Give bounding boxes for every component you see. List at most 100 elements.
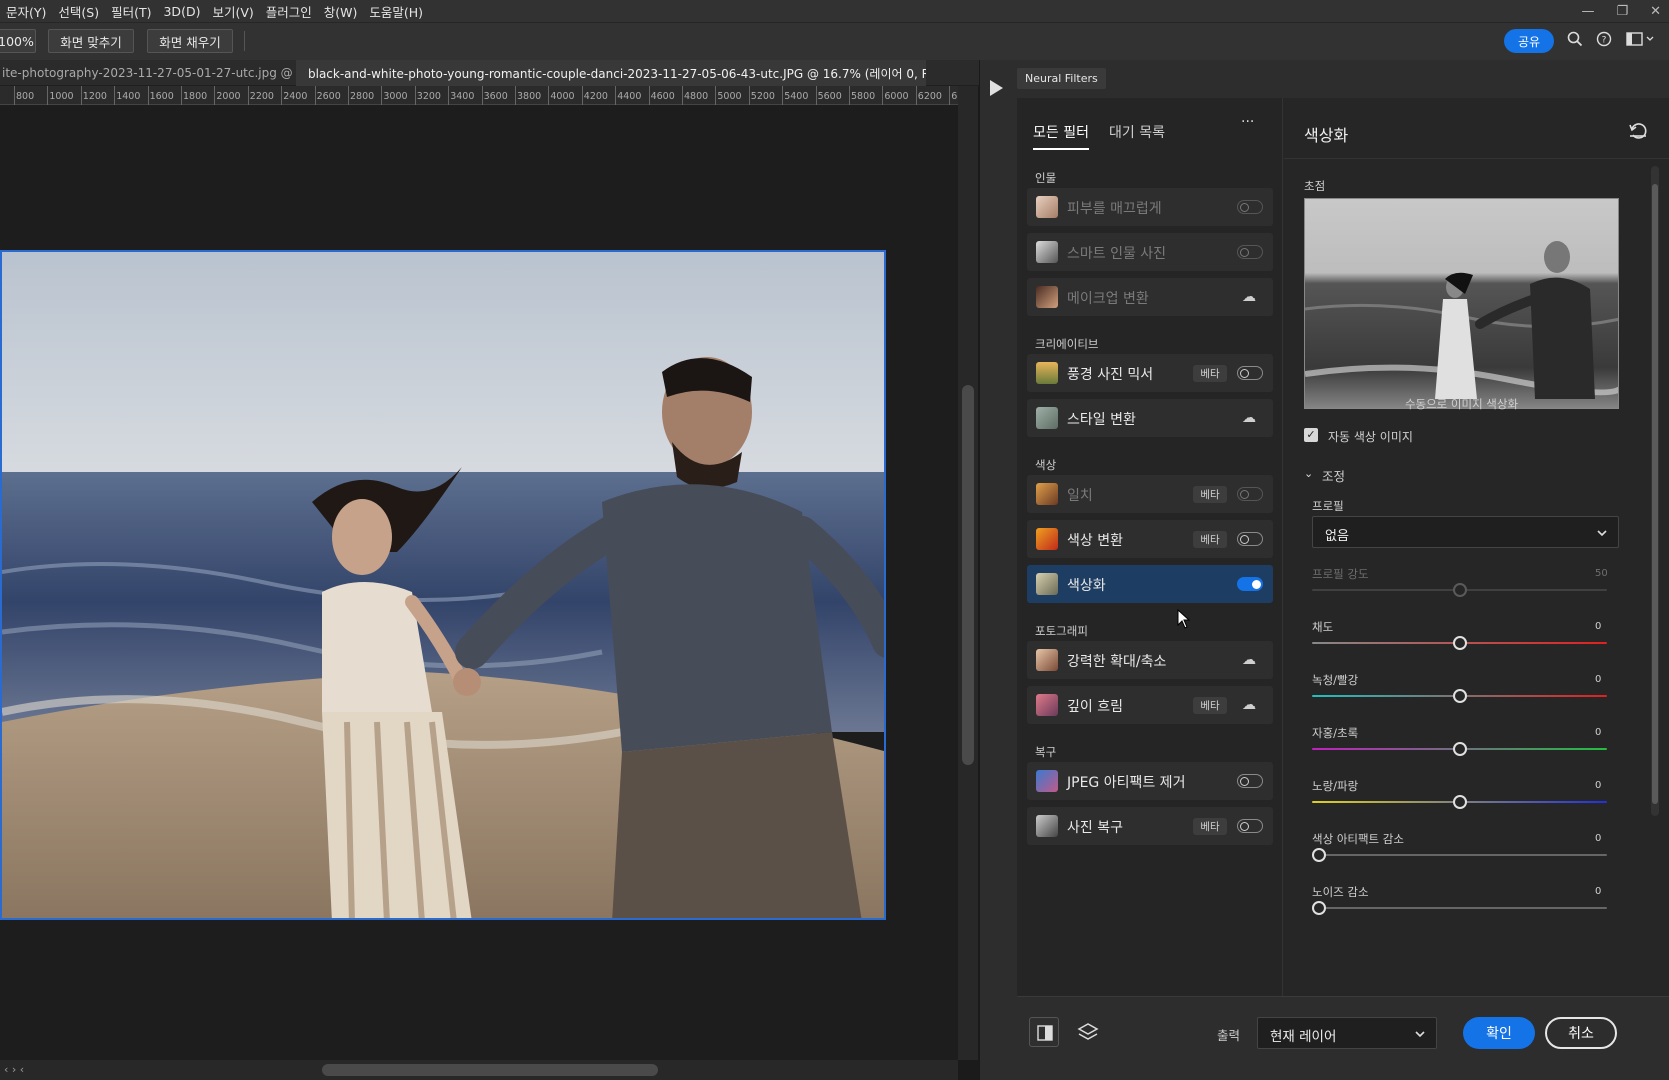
tab-all-filters[interactable]: 모든 필터 (1033, 122, 1089, 150)
tab-label: black-and-white-photo-young-romantic-cou… (308, 66, 926, 81)
horizontal-scroll-thumb[interactable] (322, 1064, 658, 1076)
share-button[interactable]: 공유 (1504, 29, 1554, 53)
adjust-section-header[interactable]: 조정 (1322, 466, 1345, 485)
preview-image[interactable] (1304, 198, 1619, 409)
vertical-scroll-thumb[interactable] (962, 385, 974, 765)
search-icon[interactable] (1565, 31, 1585, 51)
slider-knob[interactable] (1312, 901, 1326, 915)
slider-knob[interactable] (1452, 583, 1467, 597)
tab-document-2[interactable]: black-and-white-photo-young-romantic-cou… (296, 60, 926, 86)
cloud-download-icon[interactable]: ☁ (1239, 408, 1259, 428)
menu-filter[interactable]: 필터(T) (105, 2, 157, 21)
profile-dropdown[interactable]: 없음 (1312, 516, 1619, 548)
filter-toggle[interactable] (1237, 487, 1263, 501)
filter-row-makeup-transfer[interactable]: 메이크업 변환 ☁ (1027, 278, 1273, 316)
filter-row-smart-portrait[interactable]: 스마트 인물 사진 (1027, 233, 1273, 271)
filter-row-super-zoom[interactable]: 강력한 확대/축소 ☁ (1027, 641, 1273, 679)
ruler-tick (748, 86, 750, 105)
zoom-value-field[interactable]: 100% (0, 29, 36, 53)
menu-help[interactable]: 도움말(H) (363, 2, 429, 21)
ok-button[interactable]: 확인 (1463, 1017, 1535, 1049)
ruler-label: 4000 (550, 91, 575, 102)
workspace-icon[interactable] (1624, 31, 1658, 51)
output-dropdown[interactable]: 현재 레이어 (1257, 1017, 1437, 1049)
play-icon[interactable] (990, 80, 1003, 96)
scroll-left-arrows-icon[interactable]: ‹ › ‹ (4, 1063, 24, 1076)
close-window-button[interactable]: ✕ (1650, 4, 1661, 19)
ruler-label: 5200 (750, 91, 775, 102)
auto-color-checkbox[interactable]: ✓ (1304, 428, 1318, 442)
panel-footer: 출력 현재 레이어 확인 취소 (1017, 996, 1669, 1080)
fill-screen-button[interactable]: 화면 채우기 (147, 29, 233, 53)
settings-scrollbar[interactable] (1651, 166, 1659, 816)
filter-toggle[interactable] (1237, 819, 1263, 833)
restore-button[interactable]: ❐ (1616, 4, 1628, 19)
tab-waitlist[interactable]: 대기 목록 (1109, 122, 1165, 142)
panel-title-tab[interactable]: Neural Filters (1017, 68, 1106, 89)
minimize-button[interactable]: — (1581, 4, 1594, 19)
slider-knob[interactable] (1452, 689, 1467, 703)
filter-row-color-transfer[interactable]: 색상 변환 베타 (1027, 520, 1273, 558)
menu-select[interactable]: 선택(S) (52, 2, 105, 21)
filter-thumbnail (1036, 407, 1058, 429)
filter-toggle[interactable] (1237, 774, 1263, 788)
filter-thumbnail (1036, 286, 1058, 308)
preview-caption: 수동으로 이미지 색상화 (1404, 397, 1519, 411)
slider-label: 채도 (1312, 620, 1334, 634)
ruler-tick (548, 86, 550, 105)
tab-document-1[interactable]: ite-photography-2023-11-27-05-01-27-utc.… (0, 60, 292, 86)
slider-knob[interactable] (1452, 636, 1467, 650)
filter-toggle[interactable] (1237, 200, 1263, 214)
section-color: 색상 (1035, 458, 1057, 472)
filter-label: 깊이 흐림 (1067, 699, 1123, 715)
slider-knob[interactable] (1452, 795, 1467, 809)
filter-thumbnail (1036, 483, 1058, 505)
slider-track[interactable] (1312, 907, 1607, 909)
more-options-icon[interactable]: ··· (1241, 114, 1254, 130)
document-image[interactable] (0, 250, 886, 920)
cloud-download-icon[interactable]: ☁ (1239, 287, 1259, 307)
filter-toggle[interactable] (1237, 532, 1263, 546)
slider-label: 색상 아티팩트 감소 (1312, 832, 1404, 846)
cloud-download-icon[interactable]: ☁ (1239, 650, 1259, 670)
filter-row-landscape-mixer[interactable]: 풍경 사진 믹서 베타 (1027, 354, 1273, 392)
slider-track[interactable] (1312, 854, 1607, 856)
ruler-tick (80, 86, 82, 105)
filter-label: 색상화 (1067, 578, 1106, 594)
layers-icon[interactable] (1073, 1017, 1103, 1047)
reset-icon[interactable] (1627, 120, 1649, 142)
chevron-down-icon[interactable]: ⌄ (1304, 467, 1313, 480)
cloud-download-icon[interactable]: ☁ (1239, 695, 1259, 715)
filter-row-jpeg-artifacts[interactable]: JPEG 아티팩트 제거 (1027, 762, 1273, 800)
ruler-label: 2400 (283, 91, 308, 102)
ruler-label: 6 (951, 91, 958, 102)
filter-settings-column: 색상화 초점 수동으로 이미지 색상화 ✓ 자동 색상 이미지 ⌄ 조정 프로필… (1284, 98, 1669, 996)
help-icon[interactable]: ? (1594, 31, 1614, 51)
beta-badge: 베타 (1193, 365, 1227, 382)
filter-row-harmonization[interactable]: 일치 베타 (1027, 475, 1273, 513)
filter-toggle[interactable] (1237, 366, 1263, 380)
filter-toggle[interactable] (1237, 245, 1263, 259)
filter-row-depth-blur[interactable]: 깊이 흐림 베타 ☁ (1027, 686, 1273, 724)
slider-knob[interactable] (1312, 848, 1326, 862)
filter-thumbnail (1036, 196, 1058, 218)
filter-row-skin-smoothing[interactable]: 피부를 매끄럽게 (1027, 188, 1273, 226)
menu-view[interactable]: 보기(V) (206, 2, 259, 21)
menu-3d[interactable]: 3D(D) (157, 4, 206, 19)
fit-screen-button[interactable]: 화면 맞추기 (48, 29, 134, 53)
slider-knob[interactable] (1452, 742, 1467, 756)
ruler-tick (147, 86, 149, 105)
menu-type[interactable]: 문자(Y) (0, 2, 52, 21)
ruler-tick (581, 86, 583, 105)
ruler-tick (849, 86, 850, 105)
filter-row-style-transfer[interactable]: 스타일 변환 ☁ (1027, 399, 1273, 437)
compare-view-icon[interactable] (1029, 1017, 1059, 1047)
cancel-button[interactable]: 취소 (1545, 1017, 1617, 1049)
menu-window[interactable]: 창(W) (318, 2, 364, 21)
filter-row-colorize[interactable]: 색상화 (1027, 565, 1273, 603)
settings-scroll-thumb[interactable] (1652, 184, 1658, 804)
menu-plugins[interactable]: 플러그인 (260, 2, 318, 21)
filter-label: 강력한 확대/축소 (1067, 654, 1167, 670)
filter-row-photo-restoration[interactable]: 사진 복구 베타 (1027, 807, 1273, 845)
filter-toggle[interactable] (1237, 577, 1263, 591)
